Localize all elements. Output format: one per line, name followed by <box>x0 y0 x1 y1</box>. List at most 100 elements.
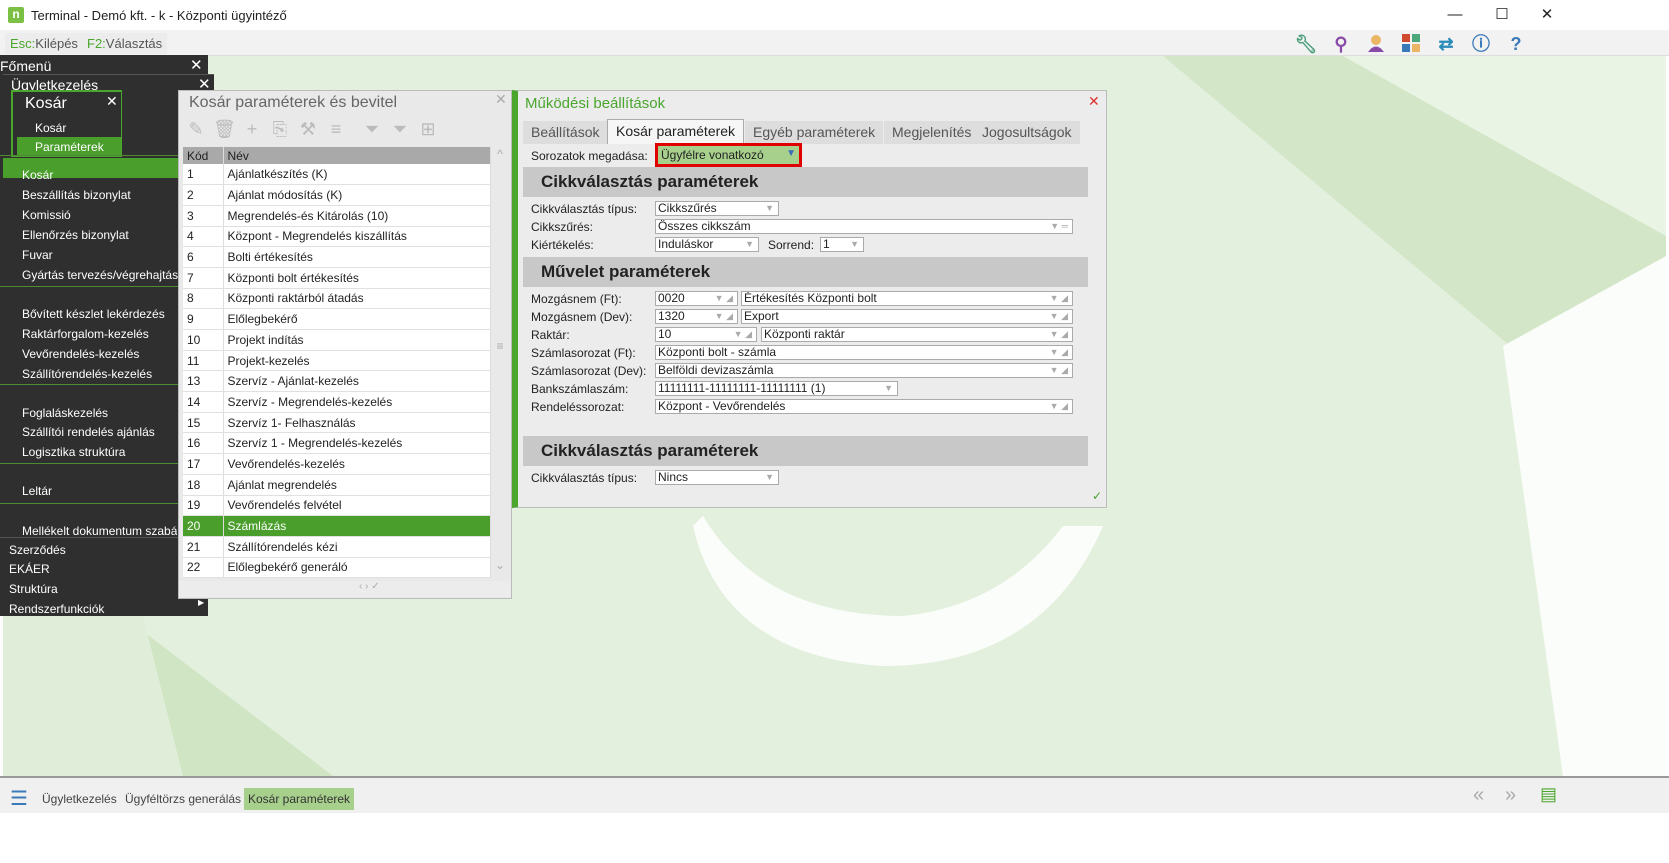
menu-item[interactable]: Leltár <box>22 484 52 498</box>
table-row[interactable]: 15 Szervíz 1- Felhasználás <box>183 412 491 434</box>
filter-icon[interactable]: ⏷ <box>361 119 383 140</box>
menu-item[interactable]: Raktárforgalom-kezelés <box>22 327 149 341</box>
f2-select-button[interactable]: F2:Választás <box>82 33 168 54</box>
menu-item[interactable]: EKÁER <box>9 562 50 576</box>
close-icon[interactable]: ✕ <box>106 93 118 110</box>
table-row[interactable]: 9 Előlegbekérő <box>183 308 491 330</box>
close-button[interactable]: ✕ <box>1527 4 1567 26</box>
tab-megjelenites[interactable]: Megjelenítés <box>884 121 980 144</box>
table-row[interactable]: 13 Szervíz - Ajánlat-kezelés <box>183 370 491 393</box>
cikkszures-select[interactable]: Összes cikkszám ▼ ═ <box>655 219 1073 234</box>
menu-item[interactable]: Szállítórendelés-kezelés <box>22 367 152 381</box>
menu-item[interactable]: Bővített készlet lekérdezés <box>22 307 165 321</box>
delete-icon[interactable]: 🗑︎ <box>213 119 236 140</box>
mozgasnem-dev-code[interactable]: 1320 ▼ ◢ <box>655 309 738 324</box>
kiertekeles-select[interactable]: Induláskor ▼ <box>655 237 759 252</box>
tab-egyeb-parameterek[interactable]: Egyéb paraméterek <box>745 121 884 144</box>
notes-icon[interactable]: ▤ <box>1540 784 1557 805</box>
table-row[interactable]: 21 Szállítórendelés kézi <box>183 536 491 558</box>
taskbar-item-ugyletkezeles[interactable]: Ügyletkezelés <box>38 788 121 810</box>
taskbar-item-kosar-parameterek[interactable]: Kosár paraméterek <box>244 788 355 810</box>
edit-icon[interactable]: ✎ <box>185 119 207 140</box>
hamburger-menu-icon[interactable]: ☰ <box>10 786 28 811</box>
tab-beallitasok[interactable]: Beállítások <box>523 121 608 144</box>
tiles-icon[interactable] <box>1395 33 1427 55</box>
table-row[interactable]: 20 Számlázás <box>183 515 491 537</box>
menu-item[interactable]: Vevőrendelés-kezelés <box>22 347 139 361</box>
table-row[interactable]: 11 Projekt-kezelés <box>183 350 491 372</box>
tools-icon[interactable]: ⚒ <box>297 119 319 140</box>
table-row[interactable]: 19 Vevőrendelés felvétel <box>183 495 491 517</box>
table-row[interactable]: 18 Ajánlat megrendelés <box>183 474 491 496</box>
close-icon[interactable]: ✕ <box>495 91 507 108</box>
table-row[interactable]: 3 Megrendelés-és Kitárolás (10) <box>183 205 491 227</box>
confirm-icon[interactable]: ✓ <box>1092 489 1102 503</box>
mozgasnem-ft-code[interactable]: 0020 ▼ ◢ <box>655 291 738 306</box>
menu-item[interactable]: Gyártás tervezés/végrehajtás <box>22 268 178 282</box>
user-icon[interactable] <box>1360 33 1392 55</box>
column-header-kod[interactable]: Kód <box>183 147 224 164</box>
search-icon[interactable]: ⚲ <box>1325 33 1357 55</box>
maximize-button[interactable]: ☐ <box>1482 4 1522 26</box>
swap-icon[interactable]: ⇄ <box>1430 33 1462 55</box>
menu-item[interactable]: Logisztika struktúra <box>22 445 125 459</box>
help-icon[interactable]: ? <box>1500 33 1532 55</box>
table-row[interactable]: 4 Központ - Megrendelés kiszállítás <box>183 226 491 248</box>
menu-icon[interactable]: ≡ <box>325 119 347 140</box>
table-row[interactable]: 17 Vevőrendelés-kezelés <box>183 453 491 475</box>
bankszamlaszam-select[interactable]: 11111111-11111111-11111111 (1) ▼ <box>655 381 898 396</box>
raktar-code[interactable]: 10 ▼ ◢ <box>655 327 757 342</box>
mozgasnem-dev-name[interactable]: Export ▼ ◢ <box>741 309 1073 324</box>
table-row[interactable]: 10 Projekt indítás <box>183 329 491 351</box>
cikkvalasztas-tipus-2-select[interactable]: Nincs ▼ <box>655 470 779 485</box>
popup-item-parameterek[interactable]: Paraméterek <box>17 137 121 156</box>
previous-icon[interactable]: « <box>1473 784 1484 807</box>
menu-item[interactable]: Komissió <box>22 208 71 222</box>
menu-item[interactable]: Ellenőrzés bizonylat <box>22 228 129 242</box>
next-icon[interactable]: » <box>1505 784 1516 807</box>
menu-item[interactable]: Fuvar <box>22 248 53 262</box>
sorozatok-select[interactable]: Ügyfélre vonatkozó ▼ <box>655 143 802 167</box>
sorrend-select[interactable]: 1 ▼ <box>820 237 864 252</box>
info-icon[interactable]: ⓘ <box>1465 33 1497 55</box>
filter-clear-icon[interactable]: ⏷ <box>389 119 411 140</box>
close-icon[interactable]: ✕ <box>1088 93 1100 110</box>
close-icon[interactable]: ✕ <box>190 56 203 74</box>
add-icon[interactable]: + <box>241 119 263 140</box>
horizontal-scrollbar[interactable]: ‹ › ✓ <box>179 581 511 597</box>
menu-item[interactable]: Rendszerfunkciók <box>9 602 104 616</box>
menu-item[interactable]: Szállítói rendelés ajánlás <box>22 425 155 439</box>
table-row[interactable]: 7 Központi bolt értékesítés <box>183 267 491 289</box>
tab-kosar-parameterek[interactable]: Kosár paraméterek <box>607 119 745 144</box>
taskbar-item-ugyfeltorzs[interactable]: Ügyféltörzs generálás <box>121 788 245 810</box>
title-bar: n Terminal - Demó kft. - k - Központi üg… <box>0 0 1669 30</box>
table-row[interactable]: 22 Előlegbekérő generáló <box>183 557 491 579</box>
table-row[interactable]: 16 Szervíz 1 - Megrendelés-kezelés <box>183 432 491 455</box>
filter-add-icon[interactable]: ⊞ <box>417 119 439 140</box>
column-header-nev[interactable]: Név <box>223 147 491 164</box>
szamlasorozat-ft[interactable]: Központi bolt - számla ▼ ◢ <box>655 345 1073 360</box>
table-row[interactable]: 8 Központi raktárból átadás <box>183 288 491 310</box>
popup-item-kosar[interactable]: Kosár <box>35 121 66 135</box>
raktar-name[interactable]: Központi raktár ▼ ◢ <box>761 327 1073 342</box>
tab-jogosultsagok[interactable]: Jogosultságok <box>974 121 1080 144</box>
table-row[interactable]: 6 Bolti értékesítés <box>183 246 491 268</box>
table-row[interactable]: 2 Ajánlat módosítás (K) <box>183 184 491 206</box>
esc-exit-button[interactable]: Esc:Kilépés <box>5 33 83 54</box>
table-row[interactable]: 1 Ajánlatkészítés (K) <box>183 164 491 186</box>
menu-item[interactable]: Mellékelt dokumentum szabályok <box>22 524 177 538</box>
mozgasnem-ft-name[interactable]: Értékesítés Központi bolt ▼ ◢ <box>741 291 1073 306</box>
scrollbar[interactable]: ^ ≡ ⌄ <box>491 147 509 577</box>
wrench-icon[interactable]: 🔧︎ <box>1290 33 1322 55</box>
menu-item[interactable]: Kosár <box>22 168 53 182</box>
table-row[interactable]: 14 Szervíz - Megrendelés-kezelés <box>183 391 491 413</box>
menu-item[interactable]: Szerződés <box>9 543 66 557</box>
menu-item[interactable]: Foglaláskezelés <box>22 406 108 420</box>
cikkvalasztas-tipus-select[interactable]: Cikkszűrés ▼ <box>655 201 779 216</box>
copy-icon[interactable]: ⎘ <box>269 119 291 140</box>
rendelessorozat[interactable]: Központ - Vevőrendelés ▼ ◢ <box>655 399 1073 414</box>
menu-item[interactable]: Beszállítás bizonylat <box>22 188 131 202</box>
szamlasorozat-dev[interactable]: Belföldi devizaszámla ▼ ◢ <box>655 363 1073 378</box>
minimize-button[interactable]: — <box>1435 4 1475 26</box>
menu-item[interactable]: Struktúra <box>9 582 58 596</box>
